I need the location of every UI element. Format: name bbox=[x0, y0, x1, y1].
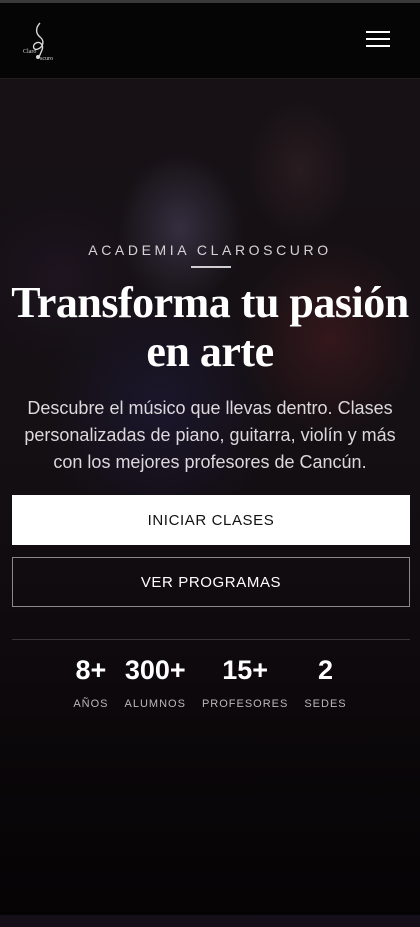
logo-link[interactable]: Claro scuro bbox=[18, 19, 62, 63]
stats-divider bbox=[12, 639, 410, 640]
stat-teachers: 15+ PROFESORES bbox=[202, 654, 288, 710]
section-bottom-strip bbox=[0, 915, 420, 927]
hero-description: Descubre el músico que llevas dentro. Cl… bbox=[24, 398, 396, 472]
svg-text:scuro: scuro bbox=[40, 56, 53, 62]
hero-divider bbox=[191, 266, 231, 268]
site-header: Claro scuro bbox=[0, 3, 420, 79]
menu-line bbox=[366, 38, 390, 40]
menu-line bbox=[366, 45, 390, 47]
hero-eyebrow: ACADEMIA CLAROSCURO bbox=[88, 242, 332, 258]
svg-text:Claro: Claro bbox=[23, 49, 36, 55]
start-classes-button[interactable]: INICIAR CLASES bbox=[12, 495, 410, 545]
hero-headline: Transforma tu pasión en arte bbox=[11, 278, 409, 376]
stat-students: 300+ ALUMNOS bbox=[125, 654, 186, 710]
view-programs-button[interactable]: VER PROGRAMAS bbox=[12, 557, 410, 607]
stat-label: SEDES bbox=[304, 698, 347, 710]
stat-label: ALUMNOS bbox=[124, 698, 186, 710]
stat-years: 8+ AÑOS bbox=[73, 654, 108, 710]
stat-value: 8+ bbox=[75, 655, 107, 685]
stat-locations: 2 SEDES bbox=[304, 654, 346, 710]
hero-section: ACADEMIA CLAROSCURO Transforma tu pasión… bbox=[0, 79, 420, 927]
hamburger-menu-icon[interactable] bbox=[366, 31, 390, 51]
stat-value: 300+ bbox=[124, 655, 186, 685]
stat-value: 2 bbox=[317, 655, 333, 685]
page: Claro scuro ACADEMIA CLAROSCURO Transfor… bbox=[0, 0, 420, 927]
stats-row: 8+ AÑOS 300+ ALUMNOS 15+ PROFESORES 2 SE… bbox=[0, 654, 420, 710]
logo-icon: Claro scuro bbox=[23, 22, 53, 62]
menu-line bbox=[366, 31, 390, 33]
stat-value: 15+ bbox=[222, 655, 269, 685]
stat-label: AÑOS bbox=[73, 698, 109, 710]
stat-label: PROFESORES bbox=[201, 698, 289, 710]
